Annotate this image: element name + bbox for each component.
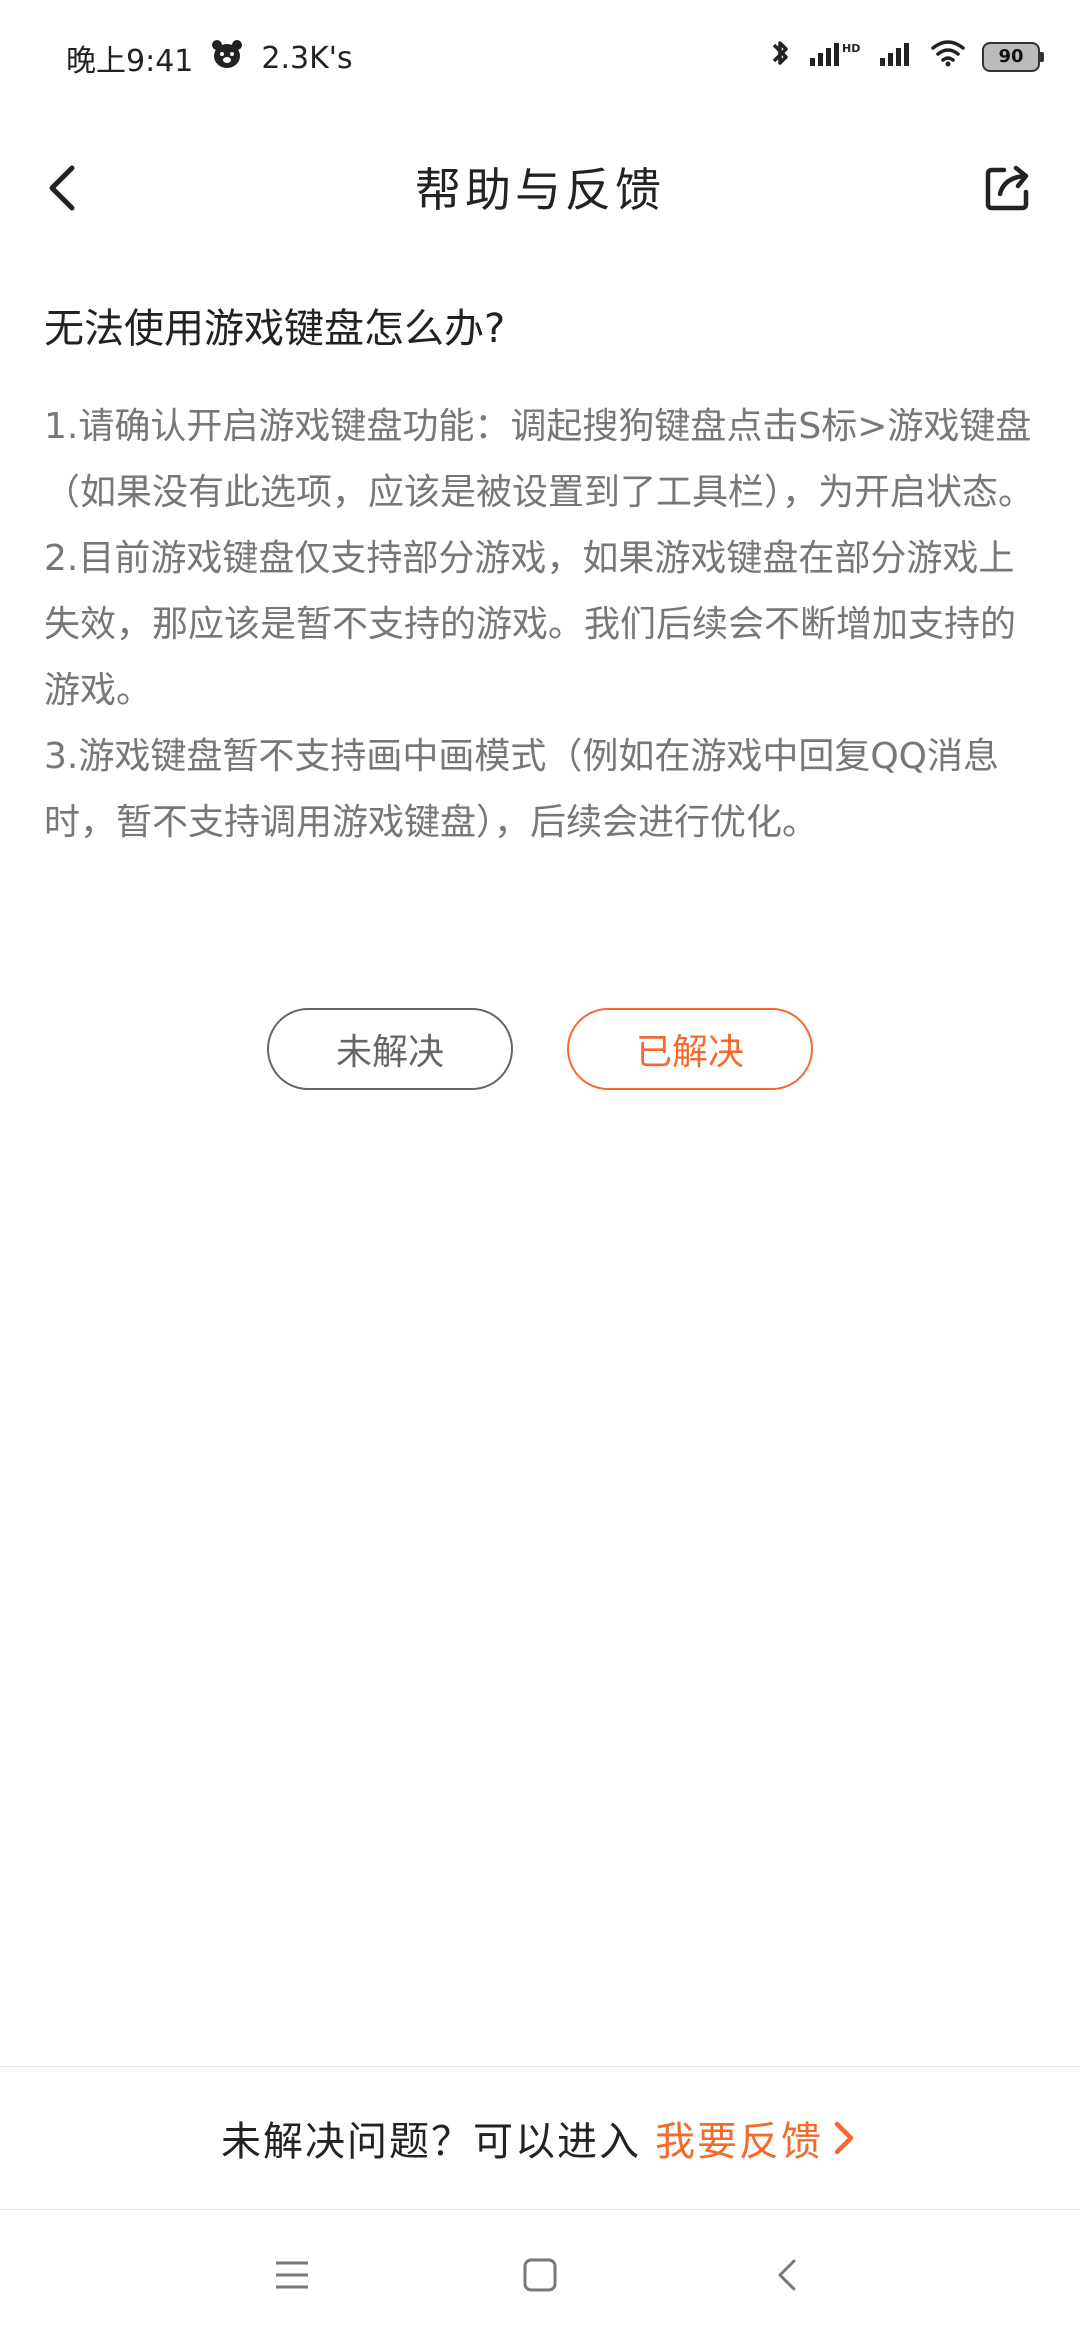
bluetooth-icon — [768, 38, 792, 75]
feedback-footer: 未解决问题？可以进入 我要反馈 — [0, 2066, 1080, 2210]
bear-icon — [211, 39, 243, 77]
share-button[interactable] — [976, 156, 1040, 220]
battery-icon: 90 — [982, 41, 1044, 72]
answer-paragraph-3: 3.游戏键盘暂不支持画中画模式（例如在游戏中回复QQ消息时，暂不支持调用游戏键盘… — [44, 736, 1000, 843]
wifi-icon — [930, 38, 966, 75]
solved-button[interactable]: 已解决 — [567, 1008, 813, 1090]
status-bar: 晚上9:41 2.3K's HD 90 — [0, 0, 1080, 120]
share-icon — [985, 165, 1029, 211]
signal-hd-icon: HD — [808, 38, 862, 75]
nav-home-button[interactable] — [516, 2251, 564, 2299]
nav-menu-button[interactable] — [268, 2251, 316, 2299]
feedback-link[interactable]: 我要反馈 — [655, 2109, 859, 2167]
question-title: 无法使用游戏键盘怎么办? — [44, 306, 506, 352]
status-right: HD 90 — [768, 38, 1044, 75]
status-time: 晚上9:41 — [66, 44, 194, 79]
status-left: 晚上9:41 2.3K's — [66, 36, 353, 80]
header: 帮助与反馈 — [0, 140, 1080, 236]
home-icon — [523, 2258, 557, 2292]
signal-icon — [878, 38, 914, 75]
footer-prompt: 未解决问题？可以进入 — [221, 2119, 641, 2165]
back-icon — [778, 2259, 796, 2291]
answer-body: 1.请确认开启游戏键盘功能：调起搜狗键盘点击S标>游戏键盘（如果没有此选项，应该… — [44, 394, 1044, 856]
feedback-link-label: 我要反馈 — [655, 2119, 823, 2165]
system-nav-bar — [0, 2210, 1080, 2340]
feedback-buttons: 未解决 已解决 — [0, 1008, 1080, 1090]
network-speed: 2.3K's — [261, 40, 353, 76]
chevron-right-icon — [834, 2121, 854, 2155]
page-title: 帮助与反馈 — [415, 163, 665, 217]
menu-icon — [276, 2261, 308, 2289]
battery-level: 90 — [998, 46, 1024, 67]
answer-paragraph-1: 1.请确认开启游戏键盘功能：调起搜狗键盘点击S标>游戏键盘（如果没有此选项，应该… — [44, 406, 1035, 513]
answer-paragraph-2: 2.目前游戏键盘仅支持部分游戏，如果游戏键盘在部分游戏上失效，那应该是暂不支持的… — [44, 538, 1017, 711]
svg-text:HD: HD — [842, 42, 860, 55]
screen: 晚上9:41 2.3K's HD 90 帮助与反馈 无法使用游戏键盘怎么办? 1… — [0, 0, 1080, 2340]
unsolved-button[interactable]: 未解决 — [267, 1008, 513, 1090]
nav-back-button[interactable] — [764, 2251, 812, 2299]
